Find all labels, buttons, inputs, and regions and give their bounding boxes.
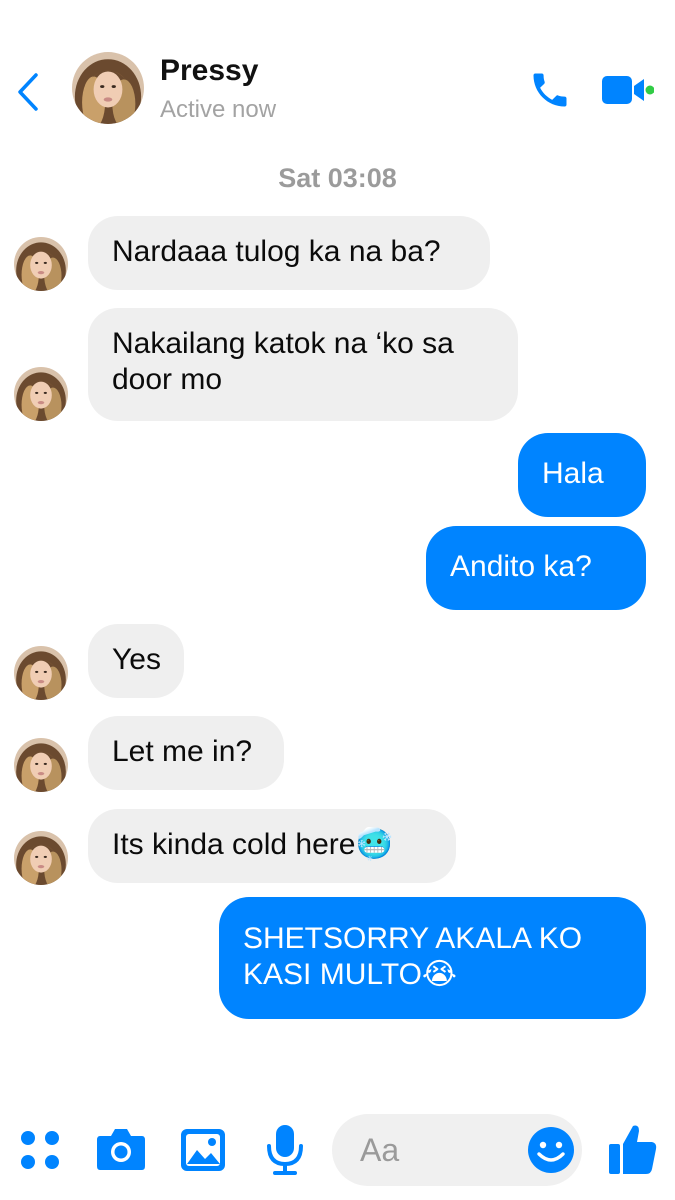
video-call-button[interactable] — [602, 72, 655, 108]
emoji-icon — [528, 1127, 574, 1173]
microphone-icon — [267, 1125, 303, 1175]
emoji-button[interactable] — [526, 1125, 576, 1175]
apps-button[interactable] — [18, 1128, 62, 1172]
incoming-message[interactable]: Yes — [88, 624, 184, 698]
incoming-message[interactable]: Nardaaa tulog ka na ba? — [88, 216, 490, 290]
composer-bar: Aa — [0, 1100, 675, 1200]
gallery-icon — [181, 1129, 225, 1171]
sender-avatar[interactable] — [14, 831, 68, 885]
incoming-message[interactable]: Let me in? — [88, 716, 284, 790]
chevron-left-icon — [18, 73, 38, 111]
outgoing-message[interactable]: Andito ka? — [426, 526, 646, 610]
sender-avatar[interactable] — [14, 367, 68, 421]
incoming-message[interactable]: Nakailang katok na ‘ko sa door mo — [88, 308, 518, 421]
apps-icon — [21, 1131, 59, 1169]
sender-avatar[interactable] — [14, 237, 68, 291]
sender-avatar[interactable] — [14, 738, 68, 792]
camera-button[interactable] — [96, 1126, 146, 1172]
message-input-placeholder: Aa — [360, 1132, 400, 1168]
online-dot — [645, 85, 655, 95]
conversation-timestamp: Sat 03:08 — [278, 163, 397, 193]
gallery-button[interactable] — [180, 1128, 226, 1172]
chat-header: Pressy Active now — [0, 0, 675, 150]
sender-avatar[interactable] — [14, 646, 68, 700]
contact-avatar[interactable] — [72, 52, 144, 124]
message-input[interactable]: Aa — [332, 1114, 582, 1186]
audio-call-button[interactable] — [528, 68, 572, 112]
voice-message-button[interactable] — [266, 1124, 304, 1176]
incoming-message[interactable]: Its kinda cold here🥶 — [88, 809, 456, 883]
thumbs-up-icon — [609, 1125, 657, 1174]
active-status: Active now — [160, 96, 277, 123]
video-camera-icon — [602, 76, 655, 104]
outgoing-message[interactable]: SHETSORRY AKALA KO KASI MULTO😭 — [219, 897, 646, 1019]
camera-icon — [97, 1129, 145, 1170]
outgoing-message[interactable]: Hala — [518, 433, 646, 517]
back-button[interactable] — [12, 72, 44, 112]
like-button[interactable] — [608, 1122, 658, 1176]
contact-name[interactable]: Pressy — [160, 54, 258, 88]
phone-icon — [533, 73, 567, 107]
